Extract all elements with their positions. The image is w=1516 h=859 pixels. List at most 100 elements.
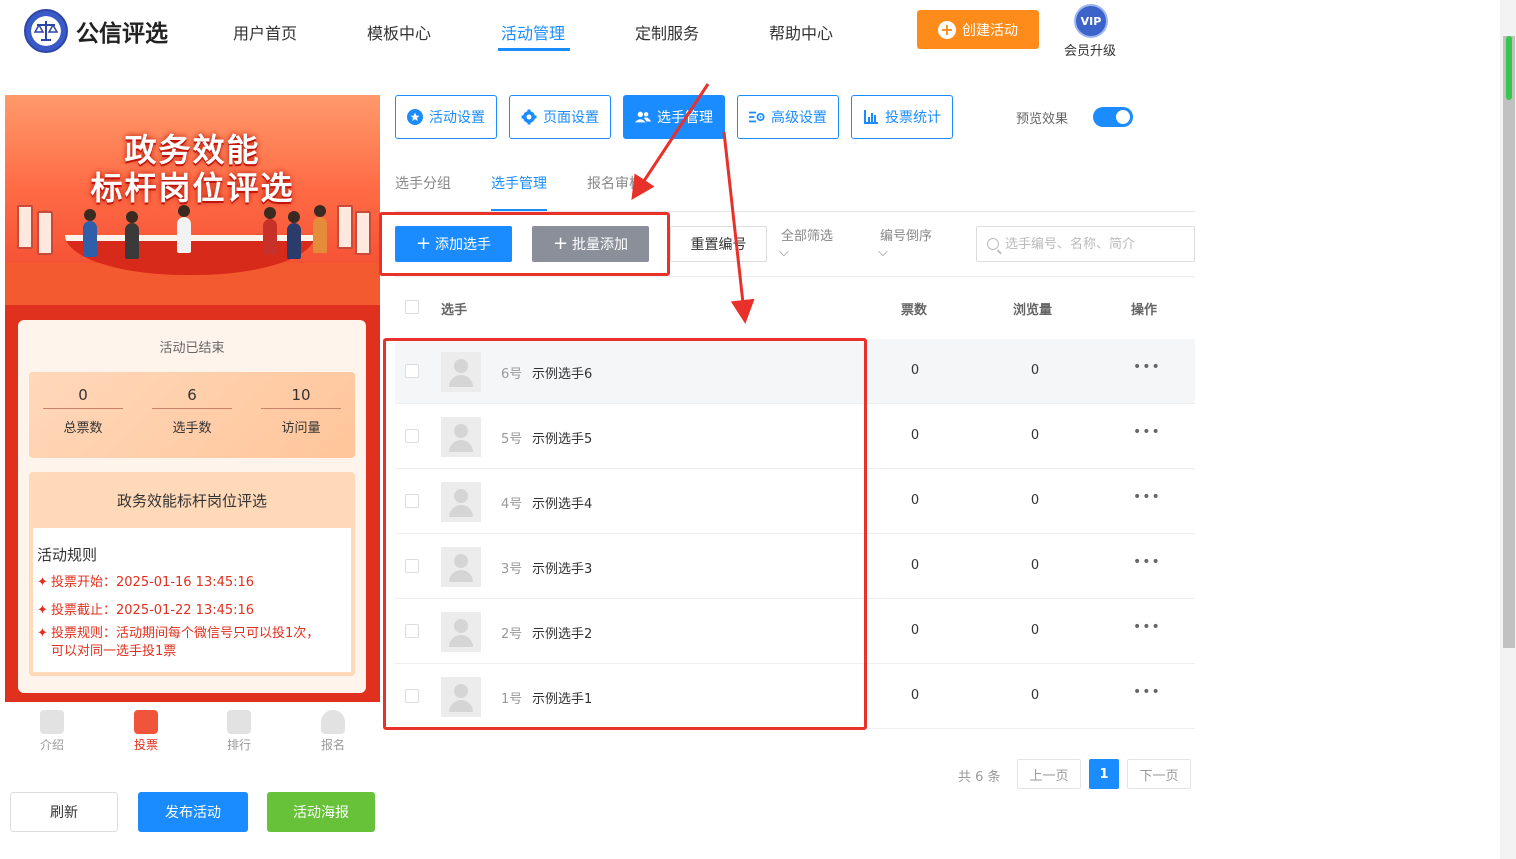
scroll-indicator — [1506, 36, 1512, 100]
vip-icon[interactable]: VIP — [1074, 4, 1108, 38]
header-player: 选手 — [441, 303, 468, 318]
player-views: 0 — [1030, 558, 1040, 573]
filter-label: 全部筛选 — [780, 229, 833, 244]
player-votes: 0 — [910, 558, 920, 573]
stats-panel: 0 总票数 6 选手数 10 访问量 — [29, 372, 355, 458]
member-upgrade-link[interactable]: 会员升级 — [1064, 40, 1116, 59]
rule-text: 投票规则：活动期间每个微信号只可以投1次，可以对同一选手投1票 — [51, 626, 320, 659]
activity-title: 政务效能标杆岗位评选 — [116, 492, 267, 510]
player-votes: 0 — [910, 363, 920, 378]
tab-player-management[interactable]: 选手管理 — [623, 95, 725, 139]
sparkle-icon: ✦ — [37, 603, 48, 618]
subtab-player-management[interactable]: 选手管理 — [491, 173, 547, 193]
next-page-button[interactable]: 下一页 — [1127, 759, 1191, 789]
more-icon[interactable]: ••• — [1133, 489, 1160, 505]
refresh-button[interactable]: 刷新 — [10, 792, 118, 832]
gear-icon — [521, 109, 537, 125]
total-count: 共 6 条 — [958, 770, 1001, 785]
stat-value: 0 — [43, 386, 123, 409]
nav-user-home[interactable]: 用户首页 — [233, 20, 297, 44]
filter-all-dropdown[interactable]: 全部筛选 ⌵ — [777, 229, 837, 261]
reset-numbering-button[interactable]: 重置编号 — [670, 226, 767, 262]
tab-label: 投票 — [133, 738, 158, 752]
publish-activity-button[interactable]: 发布活动 — [138, 792, 248, 832]
rule-end: ✦ 投票截止：2025-01-22 13:45:16 — [37, 602, 337, 620]
user-icon — [321, 710, 345, 734]
tab-label: 排行 — [226, 738, 251, 752]
stat-label: 选手数 — [172, 421, 212, 436]
more-icon[interactable]: ••• — [1133, 359, 1160, 375]
more-icon[interactable]: ••• — [1133, 424, 1160, 440]
player-views: 0 — [1030, 688, 1040, 703]
home-icon — [134, 710, 158, 734]
chevron-down-icon: ⌵ — [878, 245, 888, 260]
search-box[interactable] — [976, 226, 1195, 262]
mobile-preview: 政务效能 标杆岗位评选 活动已结束 0 总票数 6 选手数 10 访问量 政务效… — [5, 95, 380, 762]
preview-effect-toggle[interactable] — [1093, 107, 1133, 127]
stat-players: 6 选手数 — [152, 386, 232, 436]
users-icon — [635, 109, 651, 125]
create-activity-button[interactable]: + 创建活动 — [917, 10, 1039, 49]
rule-vote: ✦ 投票规则：活动期间每个微信号只可以投1次，可以对同一选手投1票 — [37, 625, 337, 661]
tab-signup[interactable]: 报名 — [308, 710, 358, 753]
annotation-highlight-player-list — [383, 338, 867, 730]
person-illustration — [263, 207, 277, 255]
tab-advanced-settings[interactable]: 高级设置 — [737, 95, 839, 139]
nav-template-center[interactable]: 模板中心 — [367, 20, 431, 44]
person-illustration — [83, 209, 97, 257]
player-votes: 0 — [910, 623, 920, 638]
prev-page-button[interactable]: 上一页 — [1017, 759, 1081, 789]
tab-label: 介绍 — [39, 738, 64, 752]
tab-intro[interactable]: 介绍 — [27, 710, 77, 753]
arrow-to-player-list — [722, 131, 755, 324]
header-views[interactable]: 浏览量 — [1013, 299, 1052, 318]
tab-vote-statistics[interactable]: 投票统计 — [851, 95, 953, 139]
kiosk-illustration — [37, 211, 53, 255]
tool-label: 页面设置 — [543, 110, 599, 126]
stat-total-votes: 0 总票数 — [43, 386, 123, 436]
tool-label: 高级设置 — [771, 110, 827, 126]
scales-icon — [33, 21, 59, 41]
chevron-down-icon: ⌵ — [779, 245, 789, 260]
kiosk-illustration — [17, 205, 33, 249]
select-all-checkbox[interactable] — [405, 300, 419, 314]
search-icon — [987, 238, 999, 250]
nav-custom-service[interactable]: 定制服务 — [635, 20, 699, 44]
nav-active-indicator — [498, 48, 570, 51]
more-icon[interactable]: ••• — [1133, 554, 1160, 570]
sparkle-icon: ✦ — [37, 626, 48, 641]
rule-start: ✦ 投票开始：2025-01-16 13:45:16 — [37, 574, 337, 592]
nav-help-center[interactable]: 帮助中心 — [769, 20, 833, 44]
tab-ranking[interactable]: 排行 — [214, 710, 264, 753]
stat-value: 10 — [261, 386, 341, 409]
brand-name: 公信评选 — [76, 21, 168, 47]
tab-activity-settings[interactable]: 活动设置 — [395, 95, 497, 139]
activity-poster-button[interactable]: 活动海报 — [267, 792, 375, 832]
nav-activity-management[interactable]: 活动管理 — [501, 20, 565, 44]
annotation-highlight-add-buttons — [379, 212, 670, 276]
tool-label: 投票统计 — [885, 110, 941, 126]
tab-vote[interactable]: 投票 — [121, 710, 171, 753]
tab-page-settings[interactable]: 页面设置 — [509, 95, 611, 139]
header-votes[interactable]: 票数 — [901, 299, 927, 318]
mobile-tabbar: 介绍 投票 排行 报名 — [5, 702, 380, 762]
table-top-divider — [395, 276, 1195, 277]
subtab-player-groups[interactable]: 选手分组 — [395, 173, 451, 193]
page-number-current[interactable]: 1 — [1089, 759, 1119, 789]
subtab-signup-review[interactable]: 报名审核 — [587, 173, 643, 193]
search-input[interactable] — [1005, 236, 1185, 252]
player-votes: 0 — [910, 493, 920, 508]
sparkle-icon: ✦ — [37, 575, 48, 590]
bar-chart-icon — [863, 109, 879, 125]
rules-heading: 活动规则 — [37, 546, 98, 564]
stat-label: 总票数 — [63, 421, 103, 436]
sort-dropdown[interactable]: 编号倒序 ⌵ — [876, 229, 936, 261]
player-views: 0 — [1030, 493, 1040, 508]
scrollbar-thumb[interactable] — [1503, 36, 1515, 648]
more-icon[interactable]: ••• — [1133, 619, 1160, 635]
brand-logo[interactable] — [24, 9, 68, 53]
stat-label: 访问量 — [281, 421, 321, 436]
activity-status: 活动已结束 — [159, 341, 225, 356]
player-views: 0 — [1030, 428, 1040, 443]
more-icon[interactable]: ••• — [1133, 684, 1160, 700]
